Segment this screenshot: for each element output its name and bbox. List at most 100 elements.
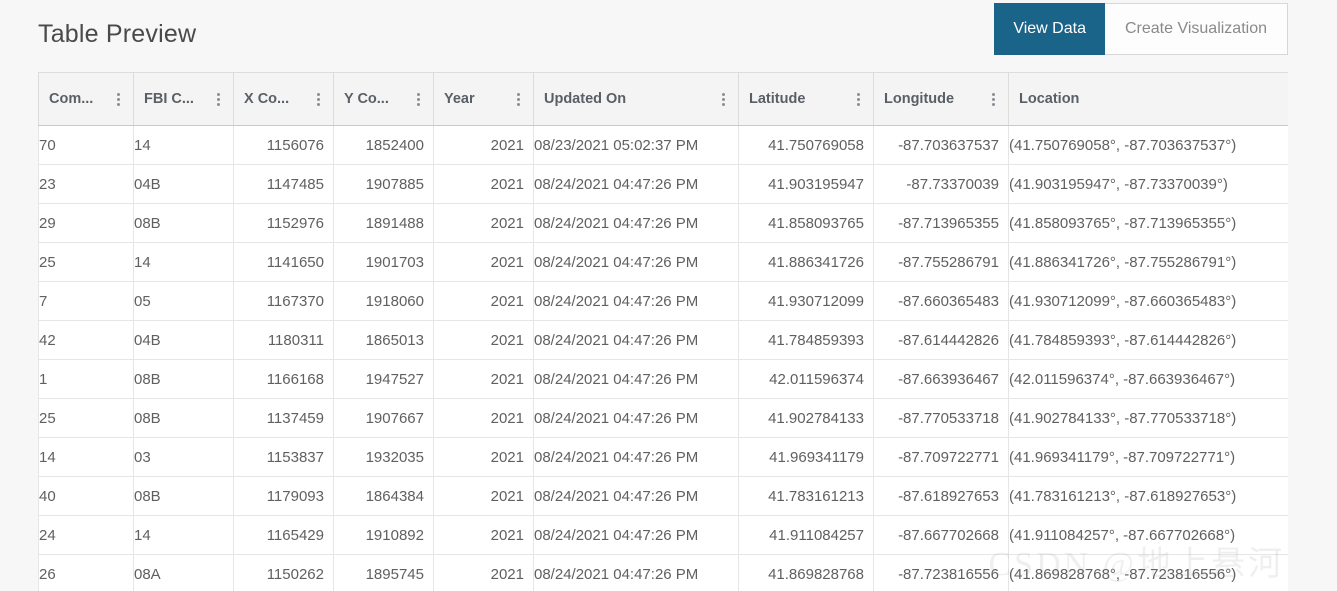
table-row[interactable]: 26 08A 1150262 1895745 2021 08/24/2021 04:47:… xyxy=(38,554,1288,591)
column-menu-icon[interactable] xyxy=(413,92,423,106)
cell-y-coordinate: 1947527 xyxy=(333,359,434,399)
cell-x-coordinate: 1137459 xyxy=(233,398,334,438)
column-header-label: Com... xyxy=(49,91,94,107)
table-row[interactable]: 7 05 1167370 1918060 2021 08/24/2021 04:47:26… xyxy=(38,281,1288,321)
cell-fbi-code: 08B xyxy=(133,398,234,438)
cell-updated-on: 08/24/2021 04:47:26 PM xyxy=(533,203,739,243)
cell-fbi-code: 08B xyxy=(133,476,234,516)
cell-updated-on: 08/24/2021 04:47:26 PM xyxy=(533,320,739,360)
cell-x-coordinate: 1147485 xyxy=(233,164,334,204)
cell-updated-on: 08/24/2021 04:47:26 PM xyxy=(533,515,739,555)
cell-updated-on: 08/24/2021 04:47:26 PM xyxy=(533,437,739,477)
cell-latitude: 41.903195947 xyxy=(738,164,874,204)
cell-longitude: -87.703637537 xyxy=(873,125,1009,165)
cell-year: 2021 xyxy=(433,320,534,360)
cell-community: 70 xyxy=(38,125,134,165)
cell-x-coordinate: 1153837 xyxy=(233,437,334,477)
column-menu-icon[interactable] xyxy=(718,92,728,106)
page-title: Table Preview xyxy=(38,20,197,48)
cell-longitude: -87.73370039 xyxy=(873,164,1009,204)
column-header-label: Year xyxy=(444,91,475,107)
cell-fbi-code: 08B xyxy=(133,359,234,399)
cell-community: 7 xyxy=(38,281,134,321)
cell-latitude: 41.969341179 xyxy=(738,437,874,477)
column-header-year[interactable]: Year xyxy=(433,72,534,126)
cell-longitude: -87.770533718 xyxy=(873,398,1009,438)
cell-x-coordinate: 1165429 xyxy=(233,515,334,555)
cell-year: 2021 xyxy=(433,281,534,321)
create-visualization-button[interactable]: Create Visualization xyxy=(1104,3,1288,55)
cell-community: 25 xyxy=(38,242,134,282)
table-row[interactable]: 25 08B 1137459 1907667 2021 08/24/2021 04:47:… xyxy=(38,398,1288,438)
cell-community: 40 xyxy=(38,476,134,516)
table-row[interactable]: 14 03 1153837 1932035 2021 08/24/2021 04:47:2… xyxy=(38,437,1288,477)
column-header-location[interactable]: Location xyxy=(1008,72,1288,126)
cell-year: 2021 xyxy=(433,359,534,399)
cell-longitude: -87.660365483 xyxy=(873,281,1009,321)
cell-community: 14 xyxy=(38,437,134,477)
table-body: 70 14 1156076 1852400 2021 08/23/2021 05:02:3… xyxy=(38,125,1288,591)
cell-longitude: -87.667702668 xyxy=(873,515,1009,555)
column-menu-icon[interactable] xyxy=(313,92,323,106)
column-menu-icon[interactable] xyxy=(988,92,998,106)
cell-x-coordinate: 1150262 xyxy=(233,554,334,591)
table-preview-container[interactable]: Com... FBI C... X Co... Y Co... Year Upd… xyxy=(38,72,1288,591)
cell-y-coordinate: 1918060 xyxy=(333,281,434,321)
cell-fbi-code: 14 xyxy=(133,515,234,555)
table-row[interactable]: 42 04B 1180311 1865013 2021 08/24/2021 04:47:… xyxy=(38,320,1288,360)
table-row[interactable]: 23 04B 1147485 1907885 2021 08/24/2021 04:47:… xyxy=(38,164,1288,204)
column-header-label: Location xyxy=(1019,91,1080,107)
page-header: Table Preview View Data Create Visualiza… xyxy=(0,0,1337,70)
cell-updated-on: 08/24/2021 04:47:26 PM xyxy=(533,359,739,399)
cell-latitude: 41.902784133 xyxy=(738,398,874,438)
cell-y-coordinate: 1932035 xyxy=(333,437,434,477)
view-data-button[interactable]: View Data xyxy=(994,3,1105,55)
column-header-x-coordinate[interactable]: X Co... xyxy=(233,72,334,126)
cell-fbi-code: 08B xyxy=(133,203,234,243)
column-header-longitude[interactable]: Longitude xyxy=(873,72,1009,126)
column-header-label: Longitude xyxy=(884,91,955,107)
cell-year: 2021 xyxy=(433,476,534,516)
column-header-label: Y Co... xyxy=(344,91,389,107)
cell-x-coordinate: 1180311 xyxy=(233,320,334,360)
table-row[interactable]: 1 08B 1166168 1947527 2021 08/24/2021 04:47:2… xyxy=(38,359,1288,399)
cell-longitude: -87.713965355 xyxy=(873,203,1009,243)
cell-location: (41.911084257°, -87.667702668°) xyxy=(1008,515,1288,555)
column-header-label: X Co... xyxy=(244,91,290,107)
column-menu-icon[interactable] xyxy=(513,92,523,106)
cell-community: 23 xyxy=(38,164,134,204)
cell-year: 2021 xyxy=(433,437,534,477)
cell-location: (42.011596374°, -87.663936467°) xyxy=(1008,359,1288,399)
column-header-fbi-code[interactable]: FBI C... xyxy=(133,72,234,126)
table-row[interactable]: 40 08B 1179093 1864384 2021 08/24/2021 04:47:… xyxy=(38,476,1288,516)
cell-latitude: 41.783161213 xyxy=(738,476,874,516)
cell-latitude: 41.930712099 xyxy=(738,281,874,321)
column-menu-icon[interactable] xyxy=(853,92,863,106)
table-row[interactable]: 70 14 1156076 1852400 2021 08/23/2021 05:02:3… xyxy=(38,125,1288,165)
cell-fbi-code: 04B xyxy=(133,164,234,204)
cell-x-coordinate: 1152976 xyxy=(233,203,334,243)
column-menu-icon[interactable] xyxy=(113,92,123,106)
cell-updated-on: 08/23/2021 05:02:37 PM xyxy=(533,125,739,165)
cell-location: (41.886341726°, -87.755286791°) xyxy=(1008,242,1288,282)
cell-location: (41.784859393°, -87.614442826°) xyxy=(1008,320,1288,360)
column-header-y-coordinate[interactable]: Y Co... xyxy=(333,72,434,126)
cell-year: 2021 xyxy=(433,164,534,204)
column-header-latitude[interactable]: Latitude xyxy=(738,72,874,126)
cell-latitude: 41.750769058 xyxy=(738,125,874,165)
table-row[interactable]: 24 14 1165429 1910892 2021 08/24/2021 04:47:2… xyxy=(38,515,1288,555)
cell-y-coordinate: 1901703 xyxy=(333,242,434,282)
column-header-community[interactable]: Com... xyxy=(38,72,134,126)
cell-updated-on: 08/24/2021 04:47:26 PM xyxy=(533,476,739,516)
table-row[interactable]: 25 14 1141650 1901703 2021 08/24/2021 04:47:2… xyxy=(38,242,1288,282)
cell-community: 25 xyxy=(38,398,134,438)
column-header-updated-on[interactable]: Updated On xyxy=(533,72,739,126)
column-menu-icon[interactable] xyxy=(213,92,223,106)
cell-year: 2021 xyxy=(433,203,534,243)
cell-y-coordinate: 1907885 xyxy=(333,164,434,204)
cell-location: (41.930712099°, -87.660365483°) xyxy=(1008,281,1288,321)
cell-location: (41.902784133°, -87.770533718°) xyxy=(1008,398,1288,438)
table-row[interactable]: 29 08B 1152976 1891488 2021 08/24/2021 04:47:… xyxy=(38,203,1288,243)
cell-latitude: 41.886341726 xyxy=(738,242,874,282)
cell-year: 2021 xyxy=(433,398,534,438)
